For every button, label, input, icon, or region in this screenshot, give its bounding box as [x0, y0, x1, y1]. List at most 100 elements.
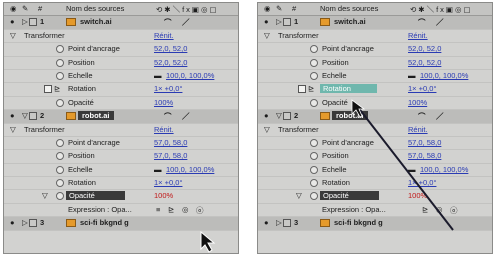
transform-group-row[interactable]: ▽ Transformer Rénit.	[4, 30, 238, 44]
pick-whip-icon[interactable]: ◎	[436, 205, 443, 214]
expand-triangle-icon[interactable]: ▷	[276, 218, 282, 227]
shy-switch-icon[interactable]: ⌒	[164, 111, 172, 122]
property-value[interactable]: 52,0, 52,0	[154, 58, 187, 67]
property-label[interactable]: Opacité	[320, 191, 379, 201]
property-value[interactable]: 52,0, 52,0	[408, 58, 441, 67]
layer-row-1[interactable]: ● ▷ 1 switch.ai ⌒ ／	[4, 16, 238, 30]
quality-switch-icon[interactable]: ／	[436, 17, 444, 28]
transform-group-row-2[interactable]: ▽ Transformer Rénit.	[258, 124, 492, 137]
quality-switch-icon[interactable]: ／	[182, 111, 190, 122]
property-value[interactable]: 100%	[408, 191, 427, 200]
property-value[interactable]: 100,0, 100,0%	[166, 71, 214, 80]
stopwatch-icon[interactable]	[310, 45, 318, 54]
layer-name[interactable]: switch.ai	[80, 17, 112, 26]
layer-row-1[interactable]: ● ▷ 1 switch.ai ⌒ ／	[258, 16, 492, 30]
transform-group-row[interactable]: ▽ Transformer Rénit.	[258, 30, 492, 44]
property-value[interactable]: 100,0, 100,0%	[420, 165, 468, 174]
property-value[interactable]: 1× +0,0°	[408, 178, 436, 187]
stopwatch-icon[interactable]	[56, 45, 64, 54]
property-value[interactable]: 1× +0,0°	[154, 84, 182, 93]
stopwatch-icon[interactable]	[310, 192, 318, 201]
property-row-rotation[interactable]: ⊵ Rotation 1× +0,0°	[4, 83, 238, 97]
label-color-box[interactable]	[283, 112, 291, 121]
layer-row-2[interactable]: ● ▽ 2 robot.ai ⌒ ／	[4, 110, 238, 124]
pick-whip-icon[interactable]: ◎	[182, 205, 189, 214]
expand-triangle-icon[interactable]: ▽	[264, 31, 270, 40]
property-value[interactable]: 100%	[154, 191, 173, 200]
expand-triangle-icon[interactable]: ▷	[22, 17, 28, 26]
stopwatch-icon[interactable]	[310, 58, 318, 67]
property-row-rotation-2[interactable]: Rotation 1× +0,0°	[258, 177, 492, 191]
label-color-box[interactable]	[283, 18, 291, 27]
property-row-position-2[interactable]: Position 57,0, 58,0	[258, 150, 492, 164]
reset-link[interactable]: Rénit.	[154, 31, 174, 40]
label-color-box[interactable]	[283, 219, 291, 228]
expression-toggle-box[interactable]	[44, 85, 52, 94]
constrain-proportions-icon[interactable]: ▬	[408, 71, 416, 80]
property-value[interactable]: 100,0, 100,0%	[420, 71, 468, 80]
quality-switch-icon[interactable]: ／	[436, 111, 444, 122]
stopwatch-icon[interactable]	[56, 165, 64, 174]
property-row-anchor[interactable]: Point d'ancrage 52,0, 52,0	[4, 43, 238, 57]
property-row-anchor-2[interactable]: Point d'ancrage 57,0, 58,0	[258, 137, 492, 151]
stopwatch-icon[interactable]	[56, 71, 64, 80]
property-row-scale-2[interactable]: Echelle ▬ 100,0, 100,0%	[4, 164, 238, 178]
shy-switch-icon[interactable]: ⌒	[164, 17, 172, 28]
property-value[interactable]: 1× +0,0°	[154, 178, 182, 187]
expand-triangle-icon[interactable]: ▽	[296, 191, 302, 200]
property-value[interactable]: 100,0, 100,0%	[166, 165, 214, 174]
property-value[interactable]: 57,0, 58,0	[408, 151, 441, 160]
reset-link[interactable]: Rénit.	[408, 31, 428, 40]
stopwatch-icon[interactable]	[56, 98, 64, 107]
stopwatch-icon[interactable]	[310, 179, 318, 188]
property-row-scale[interactable]: Echelle ▬ 100,0, 100,0%	[258, 70, 492, 84]
property-row-anchor-2[interactable]: Point d'ancrage 57,0, 58,0	[4, 137, 238, 151]
layer-name[interactable]: robot.ai	[78, 111, 114, 121]
property-row-position[interactable]: Position 52,0, 52,0	[258, 57, 492, 70]
expression-row[interactable]: Expression : Opa... ≡ ⊵ ◎ ⓞ	[4, 204, 238, 218]
visibility-icon[interactable]: ●	[10, 111, 15, 120]
layer-row-3[interactable]: ● ▷ 3 sci-fi bkgnd g	[4, 217, 238, 231]
constrain-proportions-icon[interactable]: ▬	[408, 165, 416, 174]
visibility-icon[interactable]: ●	[264, 111, 269, 120]
property-row-opacity[interactable]: Opacité 100%	[258, 97, 492, 111]
visibility-icon[interactable]: ●	[264, 17, 269, 26]
constrain-proportions-icon[interactable]: ▬	[154, 165, 162, 174]
property-row-opacity[interactable]: Opacité 100%	[4, 97, 238, 111]
property-value[interactable]: 100%	[154, 98, 173, 107]
property-value[interactable]: 57,0, 58,0	[154, 151, 187, 160]
expand-triangle-icon[interactable]: ▽	[42, 191, 48, 200]
reset-link[interactable]: Rénit.	[154, 125, 174, 134]
expand-triangle-icon[interactable]: ▽	[276, 111, 282, 120]
source-name-header[interactable]: Nom des sources	[320, 4, 378, 13]
property-row-rotation[interactable]: ⊵ Rotation 1× +0,0°	[258, 83, 492, 97]
expression-toggle-box[interactable]	[298, 85, 306, 94]
property-row-position-2[interactable]: Position 57,0, 58,0	[4, 150, 238, 164]
property-label[interactable]: Opacité	[66, 191, 125, 201]
property-row-rotation-2[interactable]: Rotation 1× +0,0°	[4, 177, 238, 191]
property-row-opacity-2[interactable]: ▽ Opacité 100%	[258, 190, 492, 204]
layer-name[interactable]: sci-fi bkgnd g	[334, 218, 383, 227]
stopwatch-icon[interactable]	[56, 152, 64, 161]
quality-switch-icon[interactable]: ／	[182, 17, 190, 28]
property-row-position[interactable]: Position 52,0, 52,0	[4, 57, 238, 70]
property-value[interactable]: 57,0, 58,0	[154, 138, 187, 147]
property-value[interactable]: 100%	[408, 98, 427, 107]
expression-menu-icon[interactable]: ⓞ	[450, 205, 458, 216]
shy-switch-icon[interactable]: ⌒	[418, 17, 426, 28]
expression-menu-icon[interactable]: ⓞ	[196, 205, 204, 216]
constrain-proportions-icon[interactable]: ▬	[154, 71, 162, 80]
layer-row-2[interactable]: ● ▽ 2 robot.ai ⌒ ／	[258, 110, 492, 124]
layer-name[interactable]: robot.ai	[332, 111, 368, 121]
source-name-header[interactable]: Nom des sources	[66, 4, 124, 13]
stopwatch-icon[interactable]	[310, 138, 318, 147]
expand-triangle-icon[interactable]: ▽	[22, 111, 28, 120]
graph-icon[interactable]: ⊵	[308, 84, 314, 93]
stopwatch-icon[interactable]	[56, 192, 64, 201]
expand-triangle-icon[interactable]: ▽	[10, 125, 16, 134]
stopwatch-icon[interactable]	[310, 71, 318, 80]
property-value[interactable]: 57,0, 58,0	[408, 138, 441, 147]
expression-row[interactable]: Expression : Opa... ⊵ ◎ ⓞ	[258, 204, 492, 218]
layer-row-3[interactable]: ● ▷ 3 sci-fi bkgnd g	[258, 217, 492, 231]
property-value[interactable]: 1× +0,0°	[408, 84, 436, 93]
